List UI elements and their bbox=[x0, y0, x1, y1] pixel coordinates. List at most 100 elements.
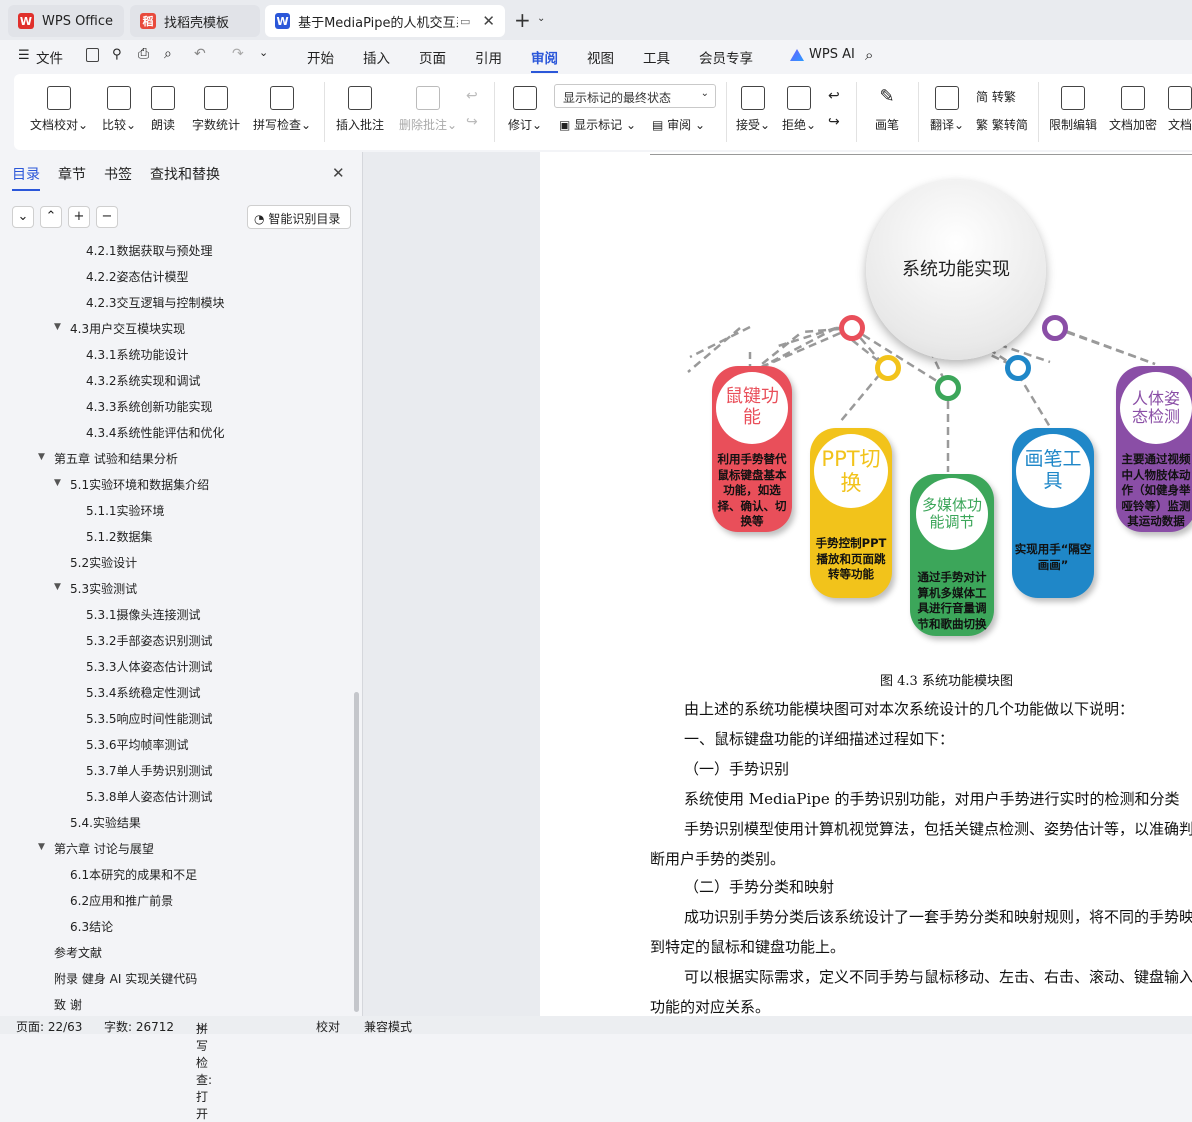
expand-arrow-icon[interactable]: ▼ bbox=[38, 452, 45, 462]
add-heading-icon[interactable]: + bbox=[68, 206, 90, 228]
insert-comment-button[interactable]: 插入批注 bbox=[334, 86, 386, 133]
word-count-button[interactable]: 字数统计 bbox=[190, 86, 242, 133]
compare-button[interactable]: 比较⌄ bbox=[98, 86, 140, 133]
menu-view[interactable]: 视图 bbox=[587, 47, 614, 67]
toc-item[interactable]: 第五章 试验和结果分析 bbox=[54, 450, 178, 467]
toc-item[interactable]: 5.3.1摄像头连接测试 bbox=[86, 606, 201, 623]
print-icon[interactable]: ⎙ bbox=[138, 46, 149, 62]
toc-item[interactable]: 4.2.2姿态估计模型 bbox=[86, 268, 189, 285]
paragraph[interactable]: 一、鼠标键盘功能的详细描述过程如下： bbox=[684, 728, 954, 749]
expand-arrow-icon[interactable]: ▼ bbox=[54, 478, 61, 488]
read-aloud-button[interactable]: 朗读 bbox=[148, 86, 178, 133]
menu-review[interactable]: 审阅 bbox=[531, 47, 558, 73]
toc-item[interactable]: 5.1.2数据集 bbox=[86, 528, 153, 545]
menu-insert[interactable]: 插入 bbox=[363, 47, 390, 67]
show-markup-button[interactable]: ▣ 显示标记 ⌄ bbox=[559, 116, 636, 133]
page-indicator[interactable]: 页面: 22/63 bbox=[16, 1018, 82, 1035]
pen-button[interactable]: ✎ 画笔 bbox=[872, 86, 902, 133]
paragraph[interactable]: 可以根据实际需求，定义不同手势与鼠标移动、左击、右击、滚动、键盘输入 bbox=[684, 966, 1192, 987]
new-tab-icon[interactable]: + bbox=[514, 8, 531, 32]
toc-item[interactable]: 4.3.2系统实现和调试 bbox=[86, 372, 201, 389]
to-traditional-button[interactable]: 简 转繁 bbox=[976, 88, 1016, 105]
toc-item[interactable]: 5.3.4系统稳定性测试 bbox=[86, 684, 201, 701]
toc-item[interactable]: 参考文献 bbox=[54, 944, 102, 961]
spell-check-button[interactable]: 拼写检查⌄ bbox=[250, 86, 314, 133]
toc-item[interactable]: 4.2.1数据获取与预处理 bbox=[86, 242, 213, 259]
quick-access-chevron-icon[interactable]: ⌄ bbox=[259, 46, 268, 59]
proof-status[interactable]: 校对 bbox=[316, 1018, 340, 1035]
expand-up-icon[interactable]: ⌃ bbox=[40, 206, 62, 228]
next-comment-icon[interactable]: ↪ bbox=[466, 114, 478, 130]
close-tab-icon[interactable]: ✕ bbox=[482, 12, 495, 30]
paragraph[interactable]: 由上述的系统功能模块图可对本次系统设计的几个功能做以下说明： bbox=[684, 698, 1134, 719]
toc-item[interactable]: 第六章 讨论与展望 bbox=[54, 840, 154, 857]
translate-button[interactable]: 翻译⌄ bbox=[928, 86, 966, 133]
remove-heading-icon[interactable]: − bbox=[96, 206, 118, 228]
toc-item[interactable]: 4.3.1系统功能设计 bbox=[86, 346, 189, 363]
toc-item[interactable]: 5.3.8单人姿态估计测试 bbox=[86, 788, 213, 805]
accept-button[interactable]: 接受⌄ bbox=[734, 86, 772, 133]
paragraph[interactable]: 断用户手势的类别。 bbox=[650, 848, 785, 869]
tab-template[interactable]: 稻 找稻壳模板 bbox=[130, 5, 260, 37]
toc-item[interactable]: 5.1.1实验环境 bbox=[86, 502, 165, 519]
toc-item[interactable]: 6.2应用和推广前景 bbox=[70, 892, 173, 909]
review-pane-button[interactable]: ▤ 审阅 ⌄ bbox=[652, 116, 705, 133]
menu-page[interactable]: 页面 bbox=[419, 47, 446, 67]
expand-arrow-icon[interactable]: ▼ bbox=[54, 582, 61, 592]
toc-item[interactable]: 5.3.3人体姿态估计测试 bbox=[86, 658, 213, 675]
menu-member[interactable]: 会员专享 bbox=[699, 47, 753, 67]
toc-item[interactable]: 5.1实验环境和数据集介绍 bbox=[70, 476, 209, 493]
restrict-edit-button[interactable]: 限制编辑 bbox=[1048, 86, 1098, 133]
document-page[interactable]: 系统功能实现 鼠键功能 利用手势替代鼠标键盘基本功能，如选择、确认、切换等 PP… bbox=[540, 152, 1192, 1016]
toc-scrollbar[interactable] bbox=[354, 692, 359, 1012]
word-count[interactable]: 字数: 26712 bbox=[104, 1018, 174, 1035]
paragraph[interactable]: 成功识别手势分类后该系统设计了一套手势分类和映射规则，将不同的手势映 bbox=[684, 906, 1192, 927]
collapse-down-icon[interactable]: ⌄ bbox=[12, 206, 34, 228]
redo-icon[interactable]: ↷ bbox=[232, 46, 244, 62]
toc-item[interactable]: 附录 健身 AI 实现关键代码 bbox=[54, 970, 197, 987]
expand-arrow-icon[interactable]: ▼ bbox=[38, 842, 45, 852]
menu-file[interactable]: 文件 bbox=[36, 47, 63, 67]
toc-item[interactable]: 5.3.7单人手势识别测试 bbox=[86, 762, 213, 779]
toc-item[interactable]: 4.3用户交互模块实现 bbox=[70, 320, 185, 337]
toc-item[interactable]: 5.3.5响应时间性能测试 bbox=[86, 710, 213, 727]
undo-icon[interactable]: ↶ bbox=[194, 46, 206, 62]
paragraph[interactable]: 到特定的鼠标和键盘功能上。 bbox=[650, 936, 845, 957]
encrypt-button[interactable]: 文档加密 bbox=[1108, 86, 1158, 133]
toc-item[interactable]: 4.3.3系统创新功能实现 bbox=[86, 398, 213, 415]
tab-toc[interactable]: 目录 bbox=[12, 164, 40, 191]
save-icon[interactable] bbox=[86, 48, 99, 62]
toc-item[interactable]: 5.3实验测试 bbox=[70, 580, 137, 597]
toc-item[interactable]: 4.3.4系统性能评估和优化 bbox=[86, 424, 225, 441]
tab-wps-office[interactable]: W WPS Office bbox=[8, 5, 124, 37]
spell-check-status[interactable]: 拼写检查: 打开 ⌄ bbox=[196, 1018, 212, 1121]
tab-document[interactable]: W 基于MediaPipe的人机交互系 ▭ ✕ bbox=[265, 5, 505, 37]
markup-display-select[interactable]: 显示标记的最终状态 ⌄ bbox=[554, 84, 716, 108]
tab-chapters[interactable]: 章节 bbox=[58, 164, 86, 184]
toc-item[interactable]: 6.3结论 bbox=[70, 918, 113, 935]
paragraph[interactable]: 系统使用 MediaPipe 的手势识别功能，对用户手势进行实时的检测和分类 bbox=[684, 788, 1180, 809]
toc-item[interactable]: 5.2实验设计 bbox=[70, 554, 137, 571]
prev-comment-icon[interactable]: ↩ bbox=[466, 88, 478, 104]
toc-item[interactable]: 6.1本研究的成果和不足 bbox=[70, 866, 197, 883]
menu-tools[interactable]: 工具 bbox=[643, 47, 670, 67]
to-simplified-button[interactable]: 繁 繁转简 bbox=[976, 116, 1028, 133]
paragraph[interactable]: 手势识别模型使用计算机视觉算法，包括关键点检测、姿势估计等，以准确判 bbox=[684, 818, 1192, 839]
search-icon[interactable]: ⌕ bbox=[865, 46, 873, 64]
share-icon[interactable]: ⚲ bbox=[112, 47, 122, 62]
tab-list-chevron-icon[interactable]: ⌄ bbox=[537, 13, 545, 24]
monitor-icon[interactable]: ▭ bbox=[460, 15, 470, 28]
more-doc-button[interactable]: 文档 bbox=[1168, 86, 1192, 133]
revise-button[interactable]: 修订⌄ bbox=[504, 86, 546, 133]
paragraph[interactable]: 功能的对应关系。 bbox=[650, 996, 770, 1016]
menu-wps-ai[interactable]: WPS AI bbox=[809, 47, 855, 62]
toc-item[interactable]: 5.3.2手部姿态识别测试 bbox=[86, 632, 213, 649]
hamburger-icon[interactable]: ☰ bbox=[18, 48, 30, 63]
print-preview-icon[interactable]: ⌕ bbox=[164, 46, 172, 62]
reject-button[interactable]: 拒绝⌄ bbox=[780, 86, 818, 133]
close-panel-icon[interactable]: ✕ bbox=[332, 164, 345, 182]
toc-item[interactable]: 5.3.6平均帧率测试 bbox=[86, 736, 189, 753]
toc-item[interactable]: 4.2.3交互逻辑与控制模块 bbox=[86, 294, 225, 311]
next-change-icon[interactable]: ↪ bbox=[828, 114, 840, 130]
delete-comment-button[interactable]: 删除批注⌄ bbox=[396, 86, 460, 133]
